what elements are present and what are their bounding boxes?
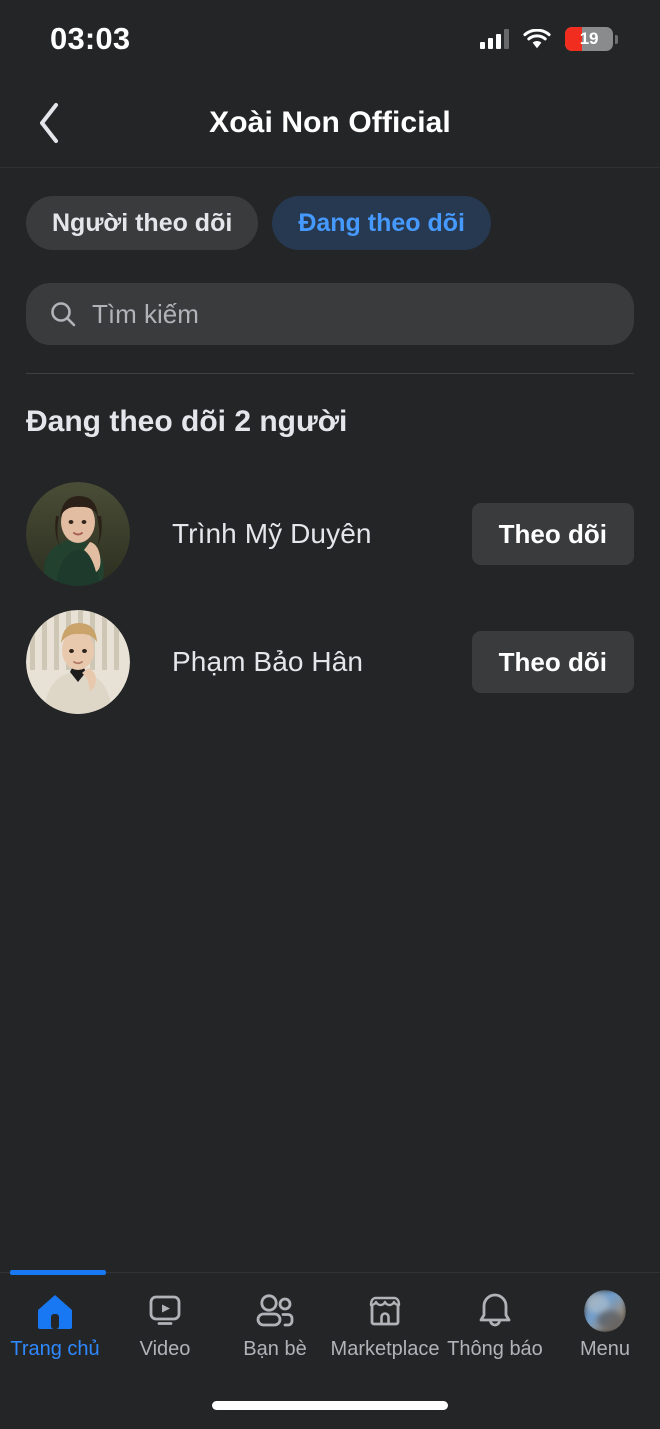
list-item[interactable]: Trình Mỹ Duyên Theo dõi [0,470,660,598]
nav-item-menu[interactable]: Menu [550,1273,660,1377]
section-divider [26,373,634,374]
cellular-signal-icon [480,29,509,49]
marketplace-icon [369,1296,401,1325]
nav-label: Thông báo [447,1337,543,1360]
app-screen: 03:03 19 Xoài Non Official Người theo dõ… [0,0,660,1429]
back-button[interactable] [14,88,84,158]
search-input[interactable]: Tìm kiếm [26,283,634,345]
profile-avatar-icon [584,1289,626,1332]
nav-label: Video [139,1337,191,1360]
nav-item-video[interactable]: Video [110,1273,220,1377]
bell-icon [479,1293,511,1326]
nav-label: Marketplace [330,1337,440,1360]
search-placeholder: Tìm kiếm [92,298,199,329]
video-icon [149,1295,181,1325]
home-indicator[interactable] [212,1401,448,1410]
wifi-icon [523,28,551,48]
status-bar: 03:03 19 [0,0,660,78]
status-indicators: 19 [480,27,618,51]
follow-button[interactable]: Theo dõi [471,503,634,565]
following-list: Trình Mỹ Duyên Theo dõi Phạm Bảo Hân The… [0,470,660,726]
tab-following[interactable]: Đang theo dõi [272,196,491,250]
nav-item-marketplace[interactable]: Marketplace [330,1273,440,1377]
active-tab-indicator [10,1270,106,1275]
nav-label: Trang chủ [10,1337,100,1360]
section-title: Đang theo dõi 2 người [26,405,348,438]
page-title: Xoài Non Official [209,105,451,139]
avatar[interactable] [26,482,130,586]
list-item[interactable]: Phạm Bảo Hân Theo dõi [0,598,660,726]
bottom-navigation: Trang chủ Video Bạn bè Marketplace Thông… [0,1270,660,1377]
nav-item-friends[interactable]: Bạn bè [220,1273,330,1377]
tab-followers[interactable]: Người theo dõi [26,196,259,250]
person-name: Phạm Bảo Hân [172,646,364,677]
nav-label: Menu [579,1337,631,1360]
nav-label: Bạn bè [243,1337,307,1360]
follow-button[interactable]: Theo dõi [471,631,634,693]
home-icon [38,1294,72,1329]
avatar[interactable] [26,610,130,714]
avatar-pham-bao-han [26,610,130,714]
battery-icon: 19 [565,27,618,51]
tab-bar: Người theo dõi Đang theo dõi [26,196,491,250]
battery-level: 19 [579,29,599,48]
friends-icon [256,1293,294,1326]
page-header: Xoài Non Official [0,78,660,168]
search-icon [51,302,76,327]
nav-item-home[interactable]: Trang chủ [0,1270,110,1377]
nav-item-notifications[interactable]: Thông báo [440,1273,550,1377]
status-time: 03:03 [50,21,131,56]
avatar-trinh-my-duyen [26,482,130,586]
person-name: Trình Mỹ Duyên [172,518,372,549]
chevron-left-icon [40,102,58,143]
